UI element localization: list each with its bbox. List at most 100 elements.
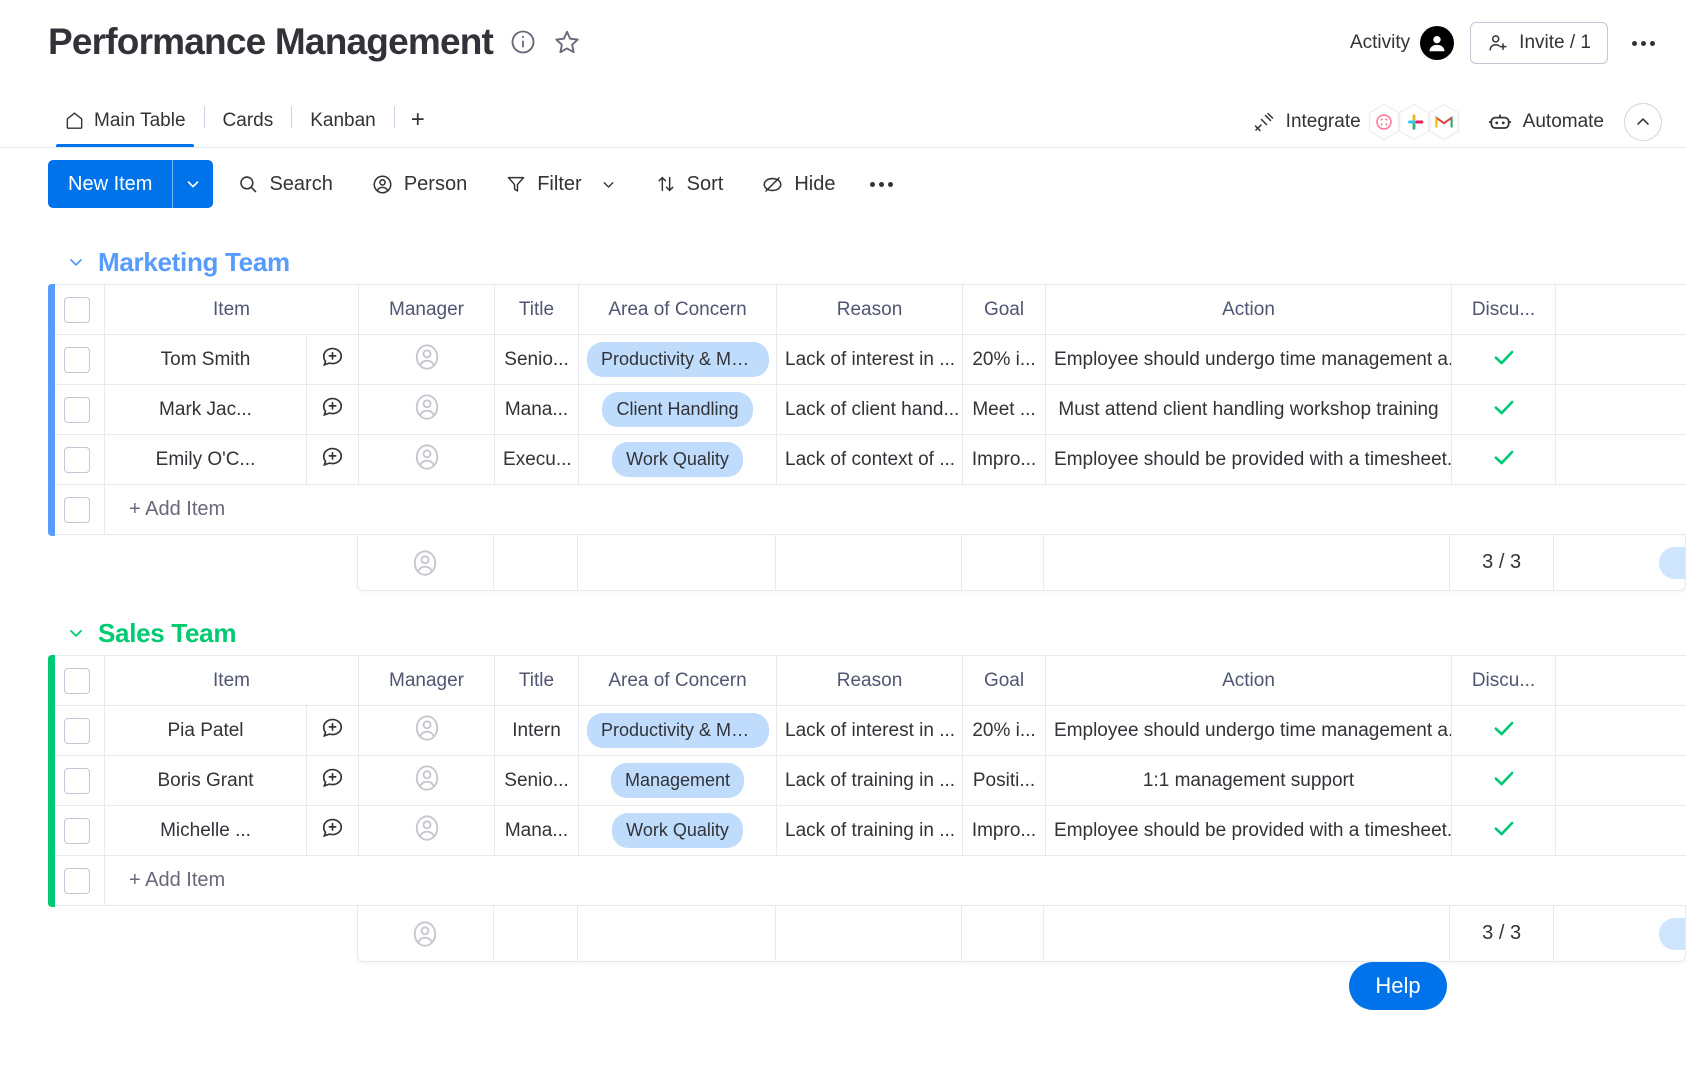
table-row[interactable]: Boris Grant Senio... Management Lack of tra… bbox=[48, 755, 1686, 806]
cell-updates[interactable] bbox=[305, 705, 360, 756]
automate-button[interactable]: Automate bbox=[1487, 109, 1604, 135]
add-view-button[interactable]: + bbox=[397, 107, 439, 134]
cell-item[interactable]: Boris Grant bbox=[104, 755, 307, 806]
cell-reason[interactable]: Lack of training in ... bbox=[776, 755, 964, 806]
tab-kanban[interactable]: Kanban bbox=[294, 94, 392, 147]
person-filter-button[interactable]: Person bbox=[357, 162, 481, 206]
table-row[interactable]: Emily O'C... Execu... Work Quality Lack of … bbox=[48, 434, 1686, 485]
cell-goal[interactable]: Impro... bbox=[962, 805, 1047, 856]
summary-action-cell[interactable] bbox=[1044, 906, 1451, 961]
cell-area-of-concern[interactable]: Productivity & Mo... bbox=[578, 334, 778, 385]
column-header-goal[interactable]: Goal bbox=[962, 284, 1047, 335]
person-placeholder-icon[interactable] bbox=[412, 813, 442, 843]
new-item-button[interactable]: New Item bbox=[48, 160, 214, 208]
monday-integration-icon[interactable] bbox=[1367, 103, 1401, 141]
column-header-title[interactable]: Title bbox=[494, 655, 580, 706]
toolbar-more-actions-button[interactable] bbox=[858, 162, 905, 206]
add-update-icon[interactable] bbox=[320, 344, 345, 369]
cell-goal[interactable]: Impro... bbox=[962, 434, 1047, 485]
collapse-header-button[interactable] bbox=[1624, 103, 1662, 141]
cell-discussed[interactable] bbox=[1451, 334, 1557, 385]
add-update-icon[interactable] bbox=[320, 815, 345, 840]
cell-title[interactable]: Mana... bbox=[494, 805, 580, 856]
add-update-icon[interactable] bbox=[320, 715, 345, 740]
cell-item[interactable]: Mark Jac... bbox=[104, 384, 307, 435]
summary-manager-cell[interactable] bbox=[358, 906, 494, 961]
column-header-goal[interactable]: Goal bbox=[962, 655, 1047, 706]
cell-manager[interactable] bbox=[358, 434, 496, 485]
person-placeholder-icon[interactable] bbox=[412, 442, 442, 472]
cell-area-of-concern[interactable]: Work Quality bbox=[578, 805, 778, 856]
person-placeholder-icon[interactable] bbox=[412, 713, 442, 743]
add-item-row[interactable]: + Add Item bbox=[48, 855, 1686, 906]
cell-manager[interactable] bbox=[358, 384, 496, 435]
group-title-marketing-team[interactable]: Marketing Team bbox=[98, 247, 290, 278]
gmail-icon[interactable] bbox=[1427, 103, 1461, 141]
cell-goal[interactable]: Meet ... bbox=[962, 384, 1047, 435]
column-header-area-of-concern[interactable]: Area of Concern bbox=[578, 284, 778, 335]
column-header-add[interactable] bbox=[1555, 655, 1686, 706]
cell-discussed[interactable] bbox=[1451, 434, 1557, 485]
summary-goal-cell[interactable] bbox=[962, 906, 1045, 961]
summary-reason-cell[interactable] bbox=[776, 535, 962, 590]
slack-icon[interactable] bbox=[1397, 103, 1431, 141]
cell-manager[interactable] bbox=[358, 805, 496, 856]
cell-reason[interactable]: Lack of interest in ... bbox=[776, 334, 964, 385]
person-placeholder-icon[interactable] bbox=[412, 342, 442, 372]
table-row[interactable]: Mark Jac... Mana... Client Handling Lack of… bbox=[48, 384, 1686, 435]
cell-discussed[interactable] bbox=[1451, 755, 1557, 806]
column-header-reason[interactable]: Reason bbox=[776, 284, 964, 335]
cell-title[interactable]: Intern bbox=[494, 705, 580, 756]
invite-button[interactable]: Invite / 1 bbox=[1470, 22, 1608, 64]
new-item-dropdown-button[interactable] bbox=[173, 160, 213, 208]
summary-discussed-count[interactable]: 3 / 3 bbox=[1450, 535, 1555, 590]
column-header-discussed[interactable]: Discu... bbox=[1451, 284, 1557, 335]
cell-area-of-concern[interactable]: Work Quality bbox=[578, 434, 778, 485]
cell-title[interactable]: Senio... bbox=[494, 334, 580, 385]
summary-discussed-count[interactable]: 3 / 3 bbox=[1450, 906, 1555, 961]
tab-main-table[interactable]: Main Table bbox=[48, 94, 202, 147]
cell-action[interactable]: Employee should be provided with a times… bbox=[1045, 805, 1453, 856]
column-header-manager[interactable]: Manager bbox=[358, 655, 496, 706]
summary-area-cell[interactable] bbox=[578, 535, 776, 590]
cell-action[interactable]: Employee should undergo time management … bbox=[1045, 705, 1453, 756]
cell-reason[interactable]: Lack of training in ... bbox=[776, 805, 964, 856]
row-checkbox[interactable] bbox=[63, 717, 90, 744]
add-item-row[interactable]: + Add Item bbox=[48, 484, 1686, 535]
cell-discussed[interactable] bbox=[1451, 384, 1557, 435]
cell-title[interactable]: Senio... bbox=[494, 755, 580, 806]
cell-item[interactable]: Pia Patel bbox=[104, 705, 307, 756]
cell-updates[interactable] bbox=[305, 755, 360, 806]
cell-reason[interactable]: Lack of interest in ... bbox=[776, 705, 964, 756]
column-header-action[interactable]: Action bbox=[1045, 655, 1453, 706]
cell-item[interactable]: Michelle ... bbox=[104, 805, 307, 856]
column-header-reason[interactable]: Reason bbox=[776, 655, 964, 706]
avatar[interactable] bbox=[1420, 26, 1455, 60]
summary-reason-cell[interactable] bbox=[776, 906, 962, 961]
cell-discussed[interactable] bbox=[1451, 705, 1557, 756]
star-icon[interactable] bbox=[553, 28, 581, 56]
column-header-area-of-concern[interactable]: Area of Concern bbox=[578, 655, 778, 706]
summary-goal-cell[interactable] bbox=[962, 535, 1045, 590]
chevron-down-icon[interactable] bbox=[600, 176, 617, 193]
cell-title[interactable]: Mana... bbox=[494, 384, 580, 435]
board-more-options-button[interactable] bbox=[1624, 24, 1662, 62]
cell-updates[interactable] bbox=[305, 805, 360, 856]
cell-area-of-concern[interactable]: Productivity & Mo... bbox=[578, 705, 778, 756]
cell-discussed[interactable] bbox=[1451, 805, 1557, 856]
person-placeholder-icon[interactable] bbox=[412, 392, 442, 422]
column-header-discussed[interactable]: Discu... bbox=[1451, 655, 1557, 706]
sort-button[interactable]: Sort bbox=[641, 162, 738, 206]
info-circle-icon[interactable] bbox=[509, 28, 537, 56]
summary-title-cell[interactable] bbox=[494, 906, 578, 961]
cell-goal[interactable]: Positi... bbox=[962, 755, 1047, 806]
select-all-checkbox[interactable] bbox=[63, 296, 90, 323]
cell-title[interactable]: Execu... bbox=[494, 434, 580, 485]
cell-action[interactable]: Employee should undergo time management … bbox=[1045, 334, 1453, 385]
add-item-label[interactable]: + Add Item bbox=[103, 484, 1686, 535]
add-update-icon[interactable] bbox=[320, 444, 345, 469]
add-update-icon[interactable] bbox=[320, 394, 345, 419]
add-item-label[interactable]: + Add Item bbox=[103, 855, 1686, 906]
cell-manager[interactable] bbox=[358, 755, 496, 806]
table-row[interactable]: Michelle ... Mana... Work Quality Lack of t… bbox=[48, 805, 1686, 856]
